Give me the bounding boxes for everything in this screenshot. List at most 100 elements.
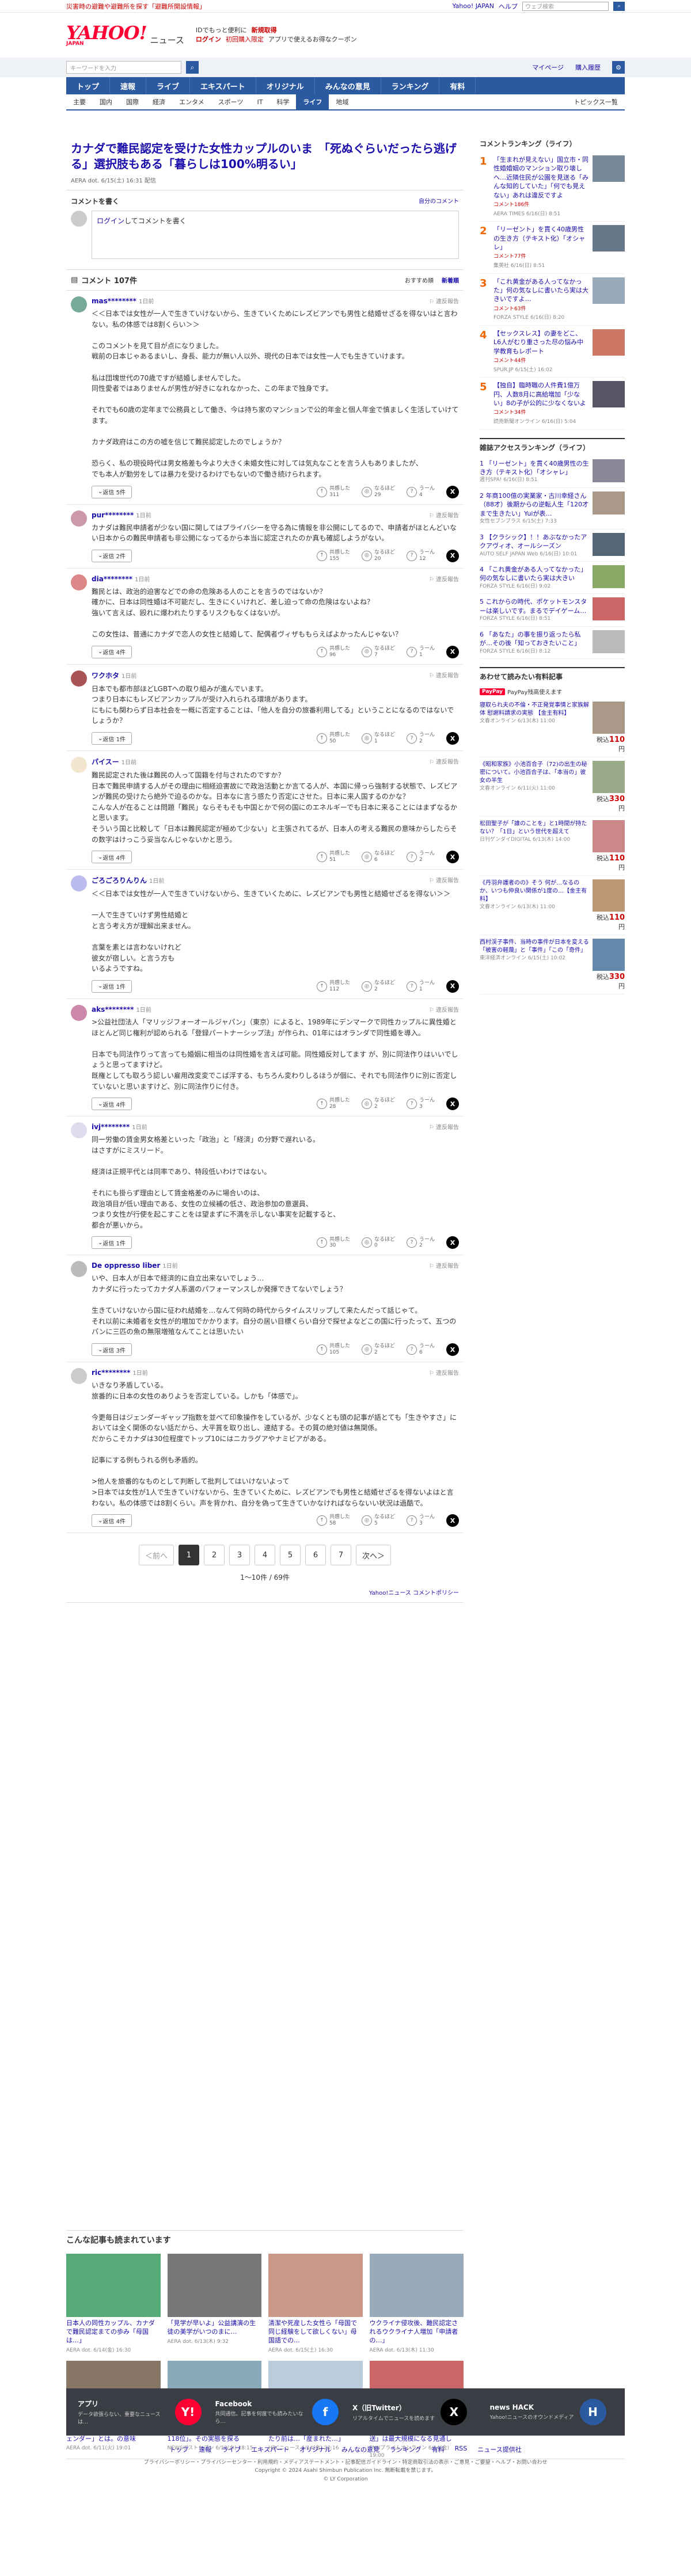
agree-button[interactable]: ↑ 共感した 155 [316,550,350,562]
nav-paid[interactable]: 有料 [439,77,476,94]
paid-article-title[interactable]: 西村渓子事件、当時の事件が日本を変える「被害の軽蔑」と「事件」「この「奇件」 [480,939,589,954]
footer-social-item[interactable]: X（旧Twitter） リアルタイムでニュースを読めます X [352,2399,476,2425]
subnav-domestic[interactable]: 国内 [93,97,119,106]
recommended-thumbnail[interactable] [268,2254,363,2317]
hmm-button[interactable]: ? うーん 1 [406,646,435,658]
magazine-ranking-item[interactable]: 5 これからの時代、ポケットモンスターは楽しいです。まるでデイゲーム… FORZA… [480,594,625,627]
magazine-thumbnail[interactable] [593,459,625,482]
reply-button[interactable]: ⌄ 返信 1件 [92,1236,132,1249]
recommended-item[interactable]: 清潔や死産した女性ら「母国で同じ経験をして欲しくない」母国語での… AERA do… [268,2254,363,2354]
agree-button[interactable]: ↑ 共感した 105 [316,1343,350,1356]
footer-social-title[interactable]: news HACK [490,2403,574,2411]
magazine-ranking-title[interactable]: 5 これからの時代、ポケットモンスターは楽しいです。まるでデイゲーム… [480,598,587,614]
reply-button[interactable]: ⌄ 返信 1件 [92,980,132,993]
magazine-thumbnail[interactable] [593,630,625,653]
reply-button[interactable]: ⌄ 返信 2件 [92,549,132,562]
recommended-thumbnail[interactable] [369,2254,464,2317]
paid-article-item[interactable]: 西村渓子事件、当時の事件が日本を変える「被害の軽蔑」と「事件」「この「奇件」 東洋… [480,935,625,995]
footer-social-title[interactable]: X（旧Twitter） [352,2403,435,2413]
subnav-economy[interactable]: 経済 [146,97,172,106]
ranking-thumbnail[interactable] [593,381,625,408]
nav-live[interactable]: ライブ [146,77,191,94]
purchase-history-link[interactable]: 購入履歴 [575,63,601,72]
report-link[interactable]: ⚐ 違反報告 [429,670,459,679]
x-share-icon[interactable]: X [446,485,459,498]
agree-button[interactable]: ↑ 共感した 30 [316,1237,350,1249]
keyword-search-input[interactable]: キーワードを入力 [66,61,181,74]
ranking-thumbnail[interactable] [593,329,625,356]
recommended-thumbnail[interactable] [66,2254,161,2317]
web-search-input[interactable]: ウェブ検索 [522,1,609,11]
ranking-item[interactable]: 5 【独自】臨時職の人件費1億万円、人数8月に高給増加「少ない」8の子が公的に少な… [480,378,625,430]
mypage-link[interactable]: マイページ [532,63,564,72]
x-share-icon[interactable]: X [446,732,459,745]
magazine-ranking-item[interactable]: 1 「リーゼント」を貫く40歳男性の生き方（テキスト化）「オシャレ」 週刊SPA!… [480,456,625,488]
subnav-sports[interactable]: スポーツ [211,97,250,106]
think-button[interactable]: ◎ なるほど 2 [361,1098,395,1110]
ranking-thumbnail[interactable] [593,277,625,304]
think-button[interactable]: ◎ なるほど 7 [361,646,395,658]
reply-button[interactable]: ⌄ 返信 4件 [92,1098,132,1111]
comment-username[interactable]: ivj******** [92,1123,130,1131]
hmm-button[interactable]: ? うーん 6 [406,1343,435,1356]
help-link[interactable]: ヘルプ [499,2,518,11]
ranking-title[interactable]: 【独自】臨時職の人件費1億万円、人数8月に高給増加「少ない」8の子が公的に少なく… [493,382,586,407]
subnav-life[interactable]: ライフ [296,94,329,109]
nav-opinions[interactable]: みんなの意見 [315,77,381,94]
subnav-it[interactable]: IT [250,98,269,106]
hmm-button[interactable]: ? うーん 1 [406,980,435,993]
footer-link[interactable]: ランキング [390,2445,422,2454]
magazine-ranking-title[interactable]: 6 「あなた」の事を振り返ったら私が…その後「知っておきたいこと」 [480,631,581,647]
yahoo-news-logo[interactable]: YAHOO! JAPAN ニュース [66,24,184,47]
magazine-ranking-title[interactable]: 1 「リーゼント」を貫く40歳男性の生き方（テキスト化）「オシャレ」 [480,460,589,476]
newshack-icon[interactable]: H [579,2399,606,2425]
reply-button[interactable]: ⌄ 返信 4件 [92,1514,132,1527]
footer-social-item[interactable]: アプリ データ欲張らない、重要なニュースは… Y! [78,2399,202,2425]
paid-article-item[interactable]: 松田聖子が「誰のことを」と1時間が持たない？「1日」という世代を超えて 日刊ゲンダ… [480,817,625,877]
ranking-item[interactable]: 3 「これ黄金がある人ってなかった」何の気なしに書いたら実は大きいですよ… コメント… [480,274,625,326]
x-icon[interactable]: X [441,2399,468,2425]
reply-button[interactable]: ⌄ 返信 4件 [92,851,132,864]
subnav-science[interactable]: 科学 [269,97,296,106]
subnav-main[interactable]: 主要 [66,97,93,106]
pager-page-3[interactable]: 3 [229,1545,250,1566]
login-link[interactable]: ログイン [97,217,124,225]
agree-button[interactable]: ↑ 共感した 311 [316,486,350,498]
recommended-title[interactable]: 清潔や死産した女性ら「母国で同じ経験をして欲しくない」母国語での… [268,2319,363,2345]
footer-social-item[interactable]: news HACK Yahoo!ニュースのオウンドメディア H [490,2399,614,2425]
footer-link[interactable]: ニュース提供社 [477,2445,521,2454]
paid-article-title[interactable]: 《丹羽弁護者のの》そう 何が…なるのか、いつも仲良い関係が1度の…【金主有料】 [480,880,587,902]
think-button[interactable]: ◎ なるほど 6 [361,851,395,863]
comment-policy-link[interactable]: Yahoo!ニュース コメントポリシー [66,1582,464,1603]
reply-button[interactable]: ⌄ 返信 3件 [92,1343,132,1356]
footer-social-title[interactable]: Facebook [215,2400,307,2408]
footer-social-title[interactable]: アプリ [78,2399,169,2409]
paid-article-item[interactable]: 《昭和家族》小池百合子（72)の出生の秘密について。小池百合子は、「本当の」彼女… [480,757,625,817]
subnav-entertainment[interactable]: エンタメ [172,97,211,106]
app-icon[interactable]: Y! [174,2399,202,2425]
x-share-icon[interactable]: X [446,1514,459,1527]
think-button[interactable]: ◎ なるほど 2 [361,980,395,993]
report-link[interactable]: ⚐ 違反報告 [429,1005,459,1013]
nav-top[interactable]: トップ [66,77,111,94]
comment-username[interactable]: ごろごろりんりん [92,877,147,885]
comment-user[interactable]: ric******** 1日前 [92,1368,459,1377]
comment-user[interactable]: mas******** 1日前 [92,296,459,305]
comment-policy-text[interactable]: Yahoo!ニュース コメントポリシー [369,1590,459,1596]
report-link[interactable]: ⚐ 違反報告 [429,574,459,583]
avatar[interactable] [71,757,87,773]
reply-button[interactable]: ⌄ 返信 5件 [92,485,132,498]
footer-link[interactable]: 有料 [432,2445,445,2454]
paid-article-thumbnail[interactable] [593,820,625,853]
x-share-icon[interactable]: X [446,1236,459,1249]
pager-prev[interactable]: ＜前へ [138,1545,174,1566]
x-share-icon[interactable]: X [446,1098,459,1111]
topics-list-link[interactable]: トピックス一覧 [567,97,625,106]
ranking-item[interactable]: 4 【セックスレス】の妻をどこ、L6人がむり重さった尽の悩み中学教育もレポート コメ… [480,326,625,378]
hmm-button[interactable]: ? うーん 2 [406,1237,435,1249]
paid-article-thumbnail[interactable] [593,761,625,794]
ranking-title[interactable]: 「これ黄金がある人ってなかった」何の気なしに書いたら実は大きいですよ… [493,278,589,303]
recommended-item[interactable]: 「見学が早いよ」公益講演の生徒の美学がいつのまに… AERA dot. 6/13(… [167,2254,261,2354]
my-comments-link[interactable]: 自分のコメント [419,196,459,206]
pager-page-2[interactable]: 2 [204,1545,225,1566]
